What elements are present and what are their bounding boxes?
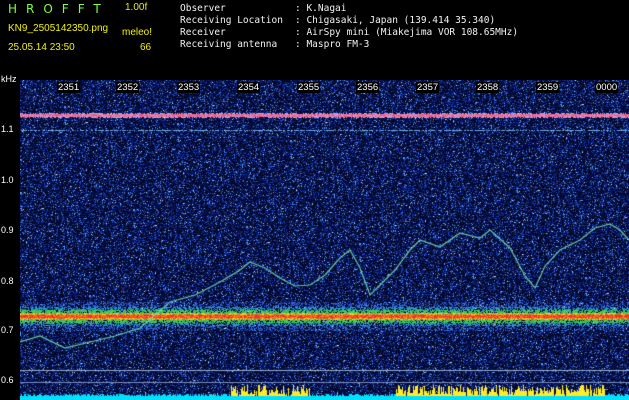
waterfall-spectrogram xyxy=(20,80,629,400)
timestamp-label: 25.05.14 23:50 xyxy=(8,42,75,53)
location-value: : Chigasaki, Japan (139.414 35.340) xyxy=(295,15,496,26)
y-label-0.8: 0.8 xyxy=(1,276,14,286)
filename-label: KN9_2505142350.png xyxy=(8,23,109,34)
time-label-0000: 0000 xyxy=(595,82,619,93)
app-title: HROFFT xyxy=(8,2,110,16)
location-label: Receiving Location xyxy=(180,15,283,26)
y-label-0.6: 0.6 xyxy=(1,375,14,385)
time-label-2357: 2357 xyxy=(416,82,440,93)
meteor-count: 66 xyxy=(140,42,152,53)
receiver-label: Receiver xyxy=(180,27,226,38)
time-label-2358: 2358 xyxy=(476,82,500,93)
meteor-label: meleo! xyxy=(122,27,153,38)
time-label-2356: 2356 xyxy=(356,82,380,93)
axis-unit-label: kHz xyxy=(1,74,17,84)
y-label-0.7: 0.7 xyxy=(1,325,14,335)
antenna-label: Receiving antenna xyxy=(180,39,278,50)
y-label-1.0: 1.0 xyxy=(1,175,14,185)
observer-value: : K.Nagai xyxy=(295,3,347,14)
header-panel: HROFFT 1.00f KN9_2505142350.png 25.05.14… xyxy=(0,0,629,74)
time-label-2351: 2351 xyxy=(57,82,81,93)
antenna-value: : Maspro FM-3 xyxy=(295,39,370,50)
version-label: 1.00f xyxy=(125,2,148,13)
y-label-0.9: 0.9 xyxy=(1,225,14,235)
time-label-2355: 2355 xyxy=(297,82,321,93)
observer-label: Observer xyxy=(180,3,226,14)
receiver-value: : AirSpy mini (Miakejima VOR 108.65MHz) xyxy=(295,27,519,38)
y-label-1.1: 1.1 xyxy=(1,124,14,134)
time-label-2354: 2354 xyxy=(237,82,261,93)
time-label-2359: 2359 xyxy=(536,82,560,93)
time-label-2353: 2353 xyxy=(177,82,201,93)
time-label-2352: 2352 xyxy=(116,82,140,93)
